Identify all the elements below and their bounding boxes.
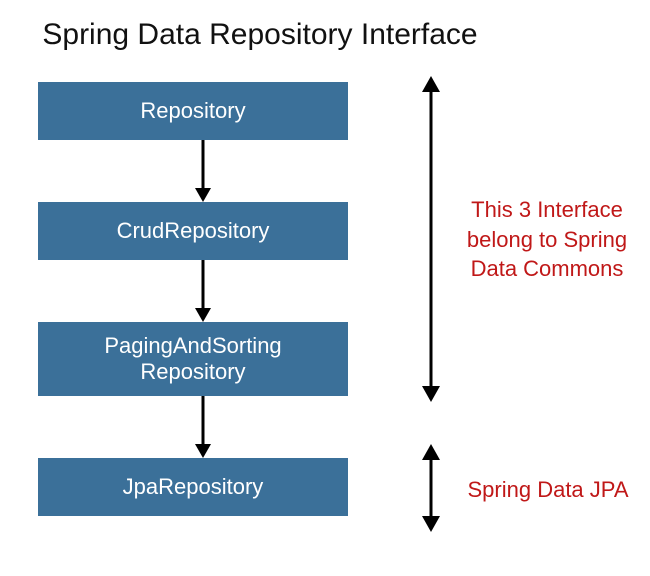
box-jpa-repository: JpaRepository [38,458,348,516]
double-arrow-vertical-icon [418,76,444,402]
diagram-title: Spring Data Repository Interface [0,18,520,52]
box-crud-repository: CrudRepository [38,202,348,260]
arrow-down-icon [193,396,213,458]
box-crud-repository-label: CrudRepository [117,218,270,244]
arrow-down-icon [193,140,213,202]
box-paging-sorting-label: PagingAndSorting Repository [104,333,281,386]
box-repository: Repository [38,82,348,140]
box-repository-label: Repository [140,98,245,124]
arrow-down-icon [193,260,213,322]
box-paging-sorting-repository: PagingAndSorting Repository [38,322,348,396]
annotation-spring-data-commons: This 3 Interface belong to Spring Data C… [452,195,642,284]
box-jpa-repository-label: JpaRepository [123,474,264,500]
annotation-spring-data-jpa: Spring Data JPA [458,475,638,505]
diagram-canvas: Spring Data Repository Interface Reposit… [0,0,650,576]
double-arrow-vertical-icon [418,444,444,532]
